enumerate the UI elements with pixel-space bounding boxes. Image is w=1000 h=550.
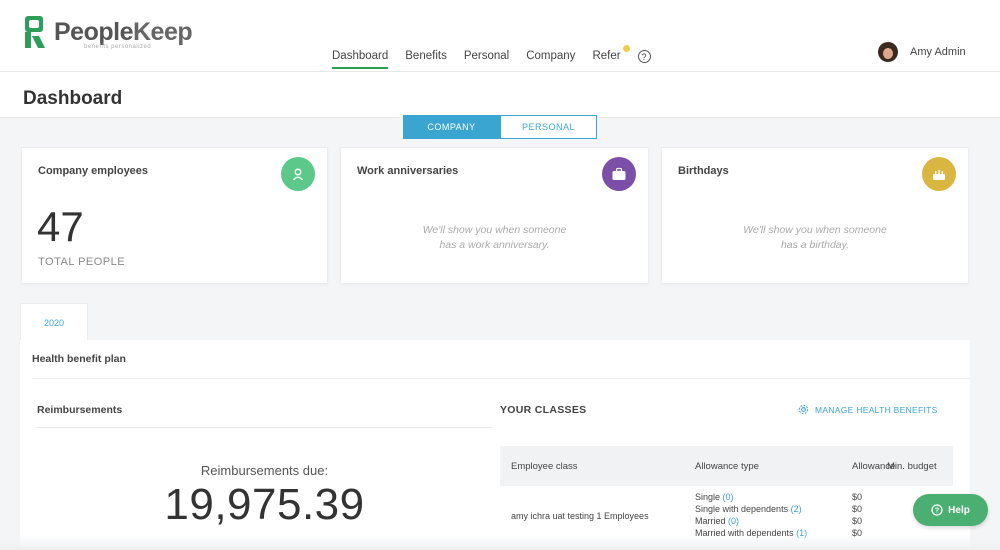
user-menu[interactable]: Amy Admin [878, 42, 966, 62]
question-mark-icon: ? [637, 50, 651, 63]
help-button[interactable]: ? Help [913, 494, 988, 526]
tab-year-2020[interactable]: 2020 [20, 303, 88, 341]
logo-text: PeopleKeep [54, 17, 193, 46]
empty-state-message: We'll show you when someone has a work a… [422, 224, 567, 251]
cake-icon [922, 157, 956, 191]
col-min-budget: Min. budget [887, 461, 937, 472]
svg-text:?: ? [935, 508, 939, 515]
birthdays-card: Birthdays We'll show you when someone ha… [661, 147, 969, 284]
company-personal-toggle: COMPANY PERSONAL [403, 115, 597, 139]
help-button-label: Help [948, 504, 970, 516]
page-title: Dashboard [23, 88, 123, 109]
bottom-fade [0, 536, 1000, 550]
manage-health-benefits-link[interactable]: MANAGE HEALTH BENEFITS [798, 404, 938, 415]
reimbursements-due-label: Reimbursements due: [200, 463, 329, 478]
card-title: Work anniversaries [357, 165, 459, 177]
main-nav: Dashboard Benefits Personal Company Refe… [332, 45, 651, 69]
your-classes-title: YOUR CLASSES [500, 404, 587, 416]
count-link[interactable]: (0) [728, 516, 739, 526]
nav-company[interactable]: Company [526, 50, 575, 69]
logo-tagline: benefits personalized [84, 44, 152, 50]
divider [37, 427, 492, 428]
health-benefit-plan-panel: Health benefit plan Reimbursements Reimb… [20, 340, 970, 550]
employee-class-name: amy ichra uat testing 1 Employees [511, 511, 649, 521]
panel-title: Health benefit plan [32, 353, 126, 365]
work-anniversaries-card: Work anniversaries We'll show you when s… [340, 147, 649, 284]
employee-count-label: TOTAL PEOPLE [38, 256, 126, 268]
nav-refer[interactable]: Refer [592, 45, 630, 69]
nav-dashboard[interactable]: Dashboard [332, 50, 389, 69]
col-allowance-type: Allowance type [695, 461, 759, 472]
count-link[interactable]: (2) [791, 504, 802, 514]
card-title: Birthdays [678, 165, 729, 177]
allowance-amounts: $0 $0 $0 $0 [852, 492, 863, 538]
avatar [878, 42, 898, 62]
gear-icon [798, 404, 809, 415]
page-title-bar: Dashboard [0, 72, 1000, 118]
manage-link-label: MANAGE HEALTH BENEFITS [815, 404, 938, 415]
empty-state-message: We'll show you when someone has a birthd… [743, 224, 887, 251]
divider [32, 378, 970, 379]
reimbursements-due-value: 19,975.39 [164, 480, 365, 529]
reimbursements-title: Reimbursements [37, 404, 123, 416]
help-nav-button[interactable]: ? [637, 50, 651, 69]
toggle-personal[interactable]: PERSONAL [500, 115, 597, 139]
table-header: Employee class Allowance type Allowance … [500, 446, 953, 486]
toggle-company[interactable]: COMPANY [403, 115, 500, 139]
company-employees-card: Company employees 47 TOTAL PEOPLE [21, 147, 328, 284]
briefcase-icon [602, 157, 636, 191]
nav-benefits[interactable]: Benefits [405, 50, 447, 69]
question-circle-icon: ? [931, 504, 943, 516]
classes-table: Employee class Allowance type Allowance … [500, 446, 953, 546]
nav-personal[interactable]: Personal [464, 50, 509, 69]
employee-count: 47 [37, 203, 84, 250]
nav-refer-label: Refer [592, 50, 621, 62]
allowance-types: Single (0) Single with dependents (2) Ma… [695, 492, 808, 538]
card-title: Company employees [38, 165, 149, 177]
notification-dot [622, 45, 630, 52]
count-link[interactable]: (0) [723, 492, 734, 502]
user-name: Amy Admin [910, 46, 966, 58]
top-navigation-bar: PeopleKeep benefits personalized Dashboa… [0, 0, 1000, 72]
col-employee-class: Employee class [511, 461, 578, 472]
logo-mark-icon [25, 16, 45, 48]
person-icon [281, 157, 315, 191]
